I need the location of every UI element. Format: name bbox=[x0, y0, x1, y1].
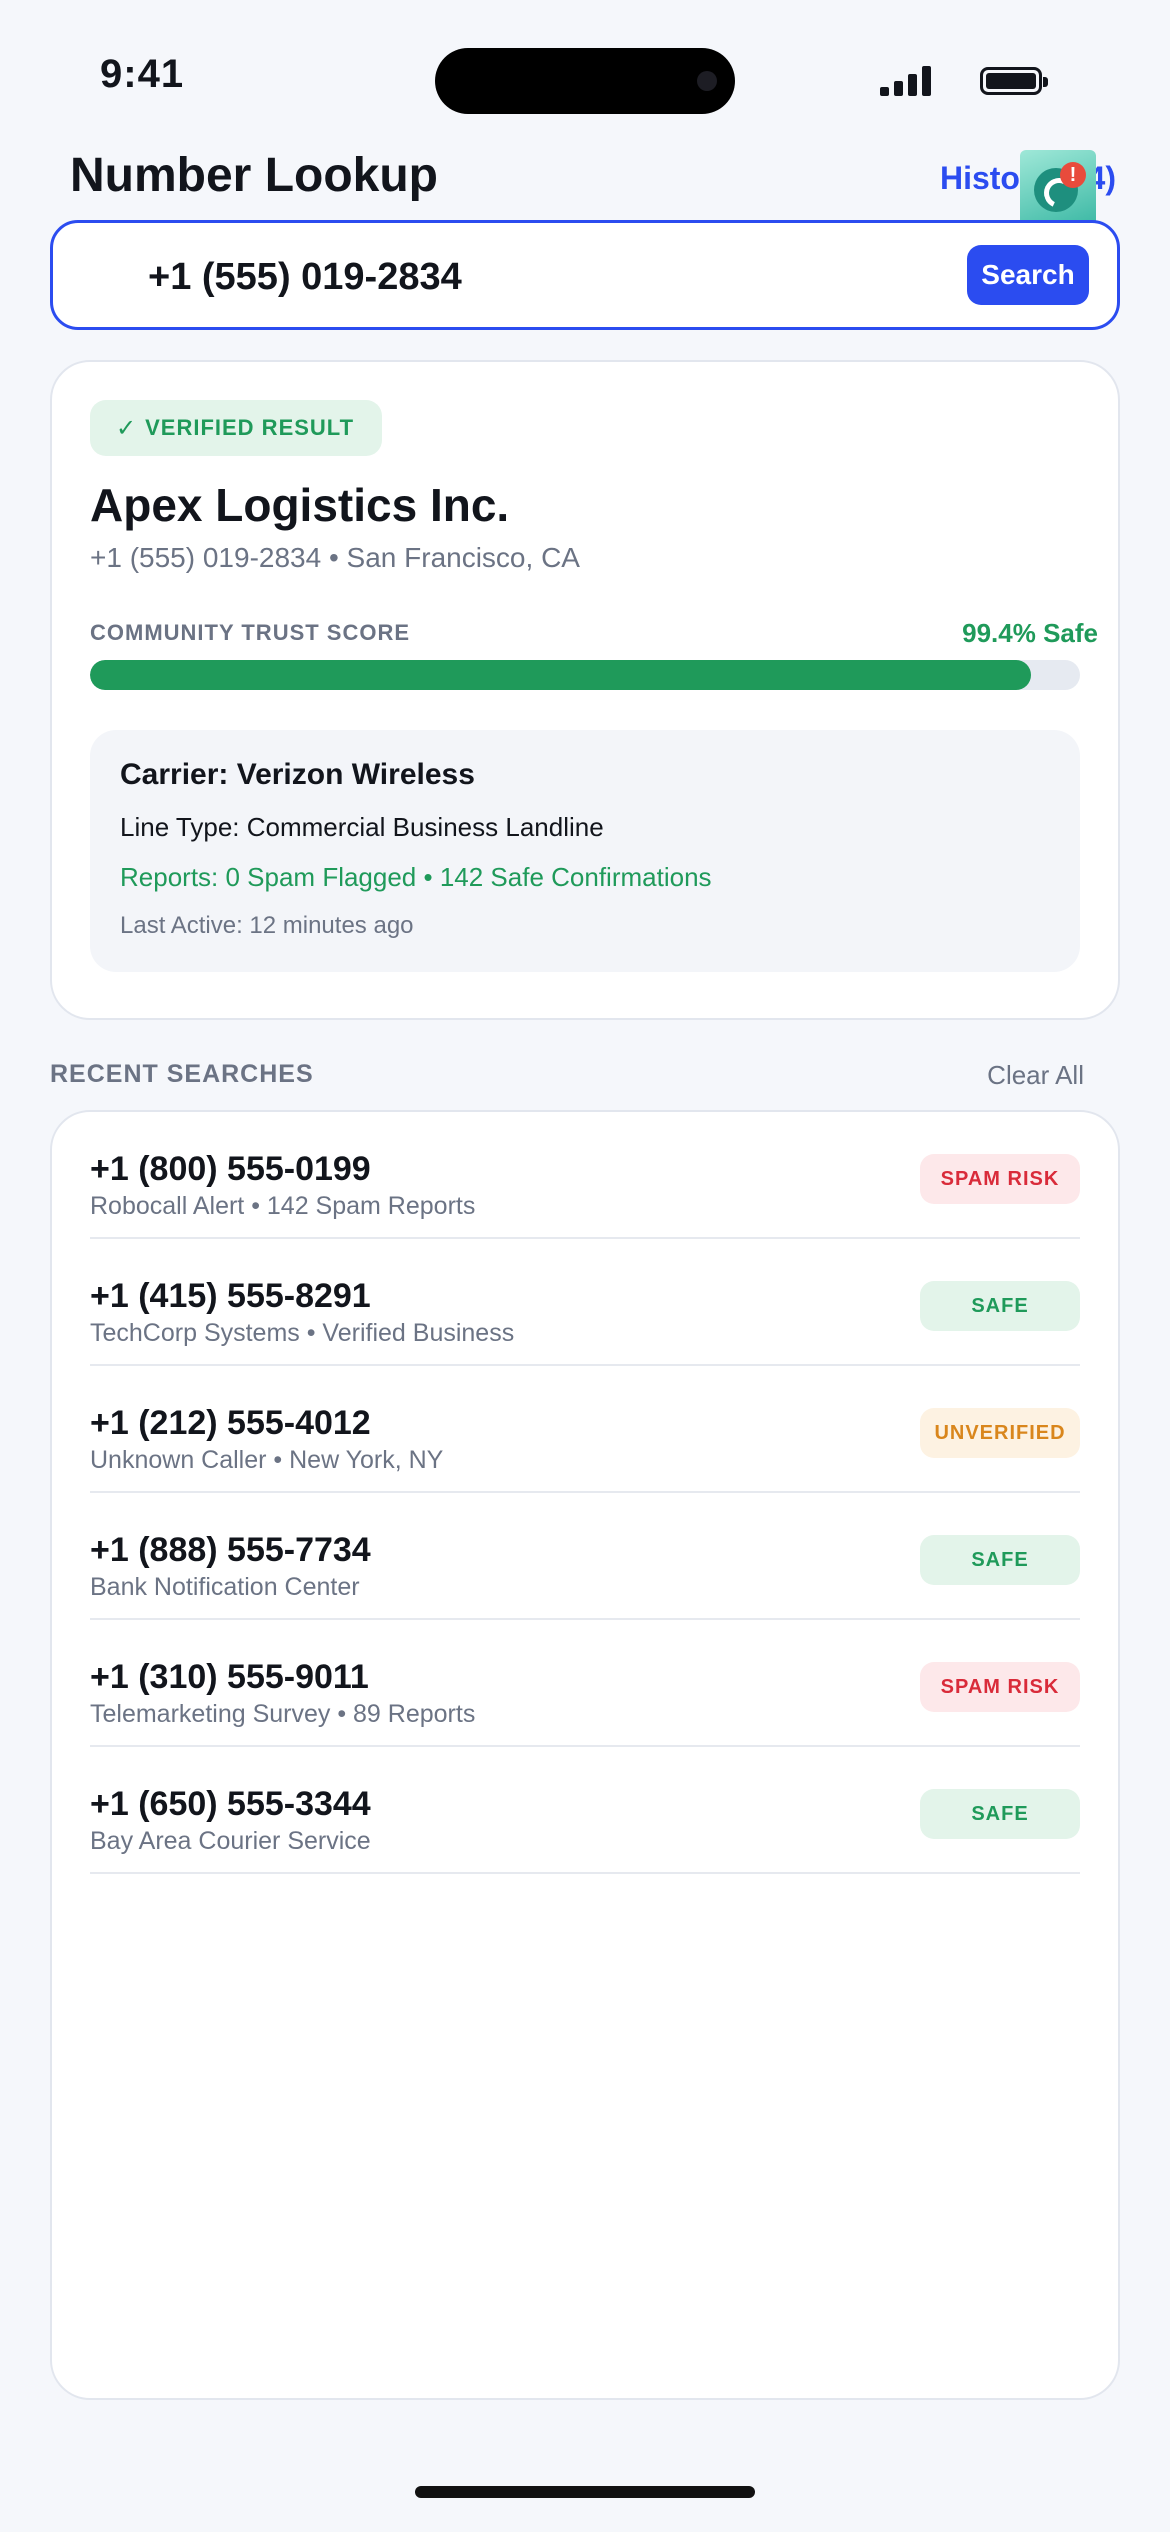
status-time: 9:41 bbox=[100, 52, 185, 96]
list-item[interactable]: +1 (650) 555-3344 Bay Area Courier Servic… bbox=[90, 1747, 1080, 1874]
phone-number: +1 (310) 555-9011 bbox=[90, 1658, 369, 1696]
trust-score-bar bbox=[90, 660, 1080, 690]
trust-score-label: COMMUNITY TRUST SCORE bbox=[90, 620, 411, 645]
signal-icon bbox=[880, 66, 932, 96]
phone-number: +1 (888) 555-7734 bbox=[90, 1531, 371, 1569]
search-button[interactable]: Search bbox=[967, 245, 1089, 305]
caller-details: Bank Notification Center bbox=[90, 1573, 360, 1601]
phone-number: +1 (800) 555-0199 bbox=[90, 1150, 371, 1188]
phone-number: +1 (415) 555-8291 bbox=[90, 1277, 371, 1315]
caller-details: Bay Area Courier Service bbox=[90, 1827, 371, 1855]
verified-label: VERIFIED RESULT bbox=[145, 415, 355, 440]
reports-text: Reports: 0 Spam Flagged • 142 Safe Confi… bbox=[120, 862, 712, 892]
search-input[interactable] bbox=[148, 249, 968, 305]
recent-searches-card: +1 (800) 555-0199 Robocall Alert • 142 Sp… bbox=[50, 1110, 1120, 2400]
status-badge: SPAM RISK bbox=[920, 1662, 1080, 1712]
caller-details: Telemarketing Survey • 89 Reports bbox=[90, 1700, 476, 1728]
business-subtitle: +1 (555) 019-2834 • San Francisco, CA bbox=[90, 542, 580, 573]
battery-icon bbox=[980, 67, 1048, 95]
list-item[interactable]: +1 (212) 555-4012 Unknown Caller • New Yo… bbox=[90, 1366, 1080, 1493]
carrier-text: Carrier: Verizon Wireless bbox=[120, 758, 475, 791]
camera-icon bbox=[697, 71, 717, 91]
status-badge: SAFE bbox=[920, 1535, 1080, 1585]
status-badge: SAFE bbox=[920, 1789, 1080, 1839]
status-badge: SAFE bbox=[920, 1281, 1080, 1331]
home-indicator[interactable] bbox=[415, 2486, 755, 2498]
caller-details: TechCorp Systems • Verified Business bbox=[90, 1319, 515, 1347]
result-card: ✓ VERIFIED RESULT Apex Logistics Inc. +1… bbox=[50, 360, 1120, 1020]
status-badge: UNVERIFIED bbox=[920, 1408, 1080, 1458]
last-active-text: Last Active: 12 minutes ago bbox=[120, 912, 414, 939]
list-item[interactable]: +1 (415) 555-8291 TechCorp Systems • Veri… bbox=[90, 1239, 1080, 1366]
caller-details: Unknown Caller • New York, NY bbox=[90, 1446, 444, 1474]
search-bar: Search bbox=[50, 220, 1120, 330]
dynamic-island bbox=[435, 48, 735, 114]
status-badge: SPAM RISK bbox=[920, 1154, 1080, 1204]
recent-searches-title: RECENT SEARCHES bbox=[50, 1060, 314, 1088]
clear-all-button[interactable]: Clear All bbox=[987, 1060, 1084, 1091]
list-item[interactable]: +1 (800) 555-0199 Robocall Alert • 142 Sp… bbox=[90, 1112, 1080, 1239]
list-item[interactable]: +1 (888) 555-7734 Bank Notification Cente… bbox=[90, 1493, 1080, 1620]
phone-number: +1 (212) 555-4012 bbox=[90, 1404, 371, 1442]
phone-number: +1 (650) 555-3344 bbox=[90, 1785, 371, 1823]
list-item[interactable]: +1 (310) 555-9011 Telemarketing Survey • … bbox=[90, 1620, 1080, 1747]
caller-details: Robocall Alert • 142 Spam Reports bbox=[90, 1192, 476, 1220]
check-icon: ✓ bbox=[116, 414, 138, 442]
phone-alert-icon: ! bbox=[1020, 150, 1096, 226]
trust-score-value: 99.4% Safe bbox=[962, 618, 1098, 648]
page-title: Number Lookup bbox=[70, 149, 438, 202]
line-type-text: Line Type: Commercial Business Landline bbox=[120, 812, 604, 842]
trust-score-fill bbox=[90, 660, 1031, 690]
details-panel: Carrier: Verizon Wireless Line Type: Com… bbox=[90, 730, 1080, 972]
business-name: Apex Logistics Inc. bbox=[90, 479, 510, 531]
recent-list: +1 (800) 555-0199 Robocall Alert • 142 Sp… bbox=[90, 1112, 1080, 1874]
verified-badge: ✓ VERIFIED RESULT bbox=[90, 400, 383, 456]
